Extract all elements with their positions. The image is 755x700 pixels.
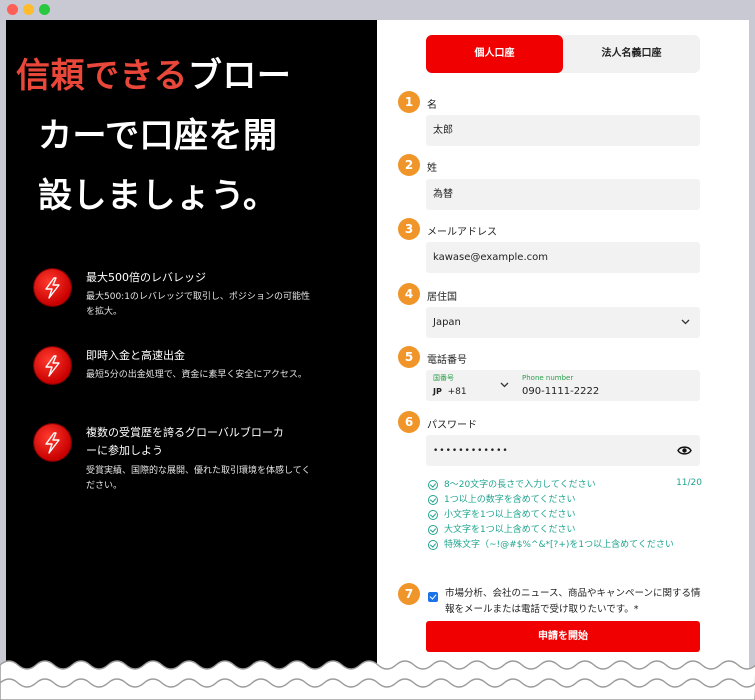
account-type-tabs: 個人口座 法人名義口座 — [426, 35, 700, 73]
headline-highlight: 信頼できる — [16, 56, 188, 96]
rule-text: 特殊文字（~!@#$%^&*[?+)を1つ以上含めてください — [444, 540, 674, 550]
phone-label: 電話番号 — [427, 355, 467, 366]
password-rules: 11/20 8〜20文字の長さで入力してください 1つ以上の数字を含めてください… — [428, 478, 702, 553]
signup-form-panel: 個人口座 法人名義口座 1 名 太郎 2 姓 為替 3 メールアドレス kawa… — [377, 20, 749, 700]
rule-text: 8〜20文字の長さで入力してください — [444, 480, 596, 490]
window-frame-right — [749, 20, 755, 700]
submit-button[interactable]: 申請を開始 — [426, 621, 700, 652]
password-rule: 小文字を1つ以上含めてください — [428, 508, 702, 523]
country-select[interactable]: Japan — [426, 307, 700, 338]
country-code: JP — [433, 387, 442, 396]
window-titlebar — [0, 0, 755, 20]
chevron-down-icon — [500, 382, 509, 388]
password-rule: 特殊文字（~!@#$%^&*[?+)を1つ以上含めてください — [428, 538, 702, 553]
maximize-window-icon[interactable] — [39, 4, 50, 15]
feature-desc: 最大500:1のレバレッジで取引し、ポジションの可能性を拡大。 — [86, 292, 310, 317]
country-label: 居住国 — [427, 292, 457, 303]
dial-code: +81 — [447, 387, 467, 397]
hero-headline: 信頼できるブロー カーで口座を開 設しましょう。 — [16, 46, 336, 226]
feature-title: 複数の受賞歴を誇るグローバルブローカーに参加しよう — [86, 426, 284, 457]
check-circle-icon — [428, 540, 438, 550]
lightning-icon — [34, 347, 71, 384]
lightning-icon — [34, 424, 71, 461]
close-window-icon[interactable] — [7, 4, 18, 15]
password-value: •••••••••••• — [433, 446, 509, 456]
eye-icon[interactable] — [677, 445, 692, 456]
step-badge: 4 — [398, 283, 420, 305]
phone-number-input[interactable]: 090-1111-2222 — [522, 385, 599, 398]
feature-title: 最大500倍のレバレッジ — [86, 271, 206, 284]
password-rule: 1つ以上の数字を含めてください — [428, 493, 702, 508]
headline-line3: 設しましょう。 — [38, 176, 278, 216]
step-badge: 7 — [398, 583, 420, 605]
email-input[interactable]: kawase@example.com — [426, 242, 700, 273]
tab-corporate-account[interactable]: 法人名義口座 — [563, 35, 700, 73]
step-badge: 6 — [398, 411, 420, 433]
step-badge: 1 — [398, 91, 420, 113]
feature-title: 即時入金と高速出金 — [86, 349, 185, 362]
consent-checkbox[interactable] — [428, 592, 438, 602]
step-badge: 3 — [398, 218, 420, 240]
last-name-label: 姓 — [427, 163, 437, 174]
phone-number-label: Phone number — [522, 374, 574, 382]
first-name-input[interactable]: 太郎 — [426, 115, 700, 146]
country-value: Japan — [433, 317, 461, 328]
chevron-down-icon — [681, 319, 690, 325]
country-code-select[interactable]: JP +81 — [433, 386, 467, 398]
check-circle-icon — [428, 525, 438, 535]
check-circle-icon — [428, 480, 438, 490]
feature-desc: 最短5分の出金処理で、資金に素早く安全にアクセス。 — [86, 370, 307, 380]
phone-field: 国番号 JP +81 Phone number 090-1111-2222 — [426, 370, 700, 401]
headline-line1: ブロー — [187, 56, 292, 96]
tab-personal-account[interactable]: 個人口座 — [426, 35, 563, 73]
rule-text: 大文字を1つ以上含めてください — [444, 525, 576, 535]
first-name-label: 名 — [427, 100, 437, 111]
step-badge: 5 — [398, 346, 420, 368]
headline-line2: カーで口座を開 — [38, 116, 278, 156]
promo-panel: 信頼できるブロー カーで口座を開 設しましょう。 最大500倍のレバレッジ 最大… — [6, 20, 377, 700]
rule-text: 1つ以上の数字を含めてください — [444, 495, 576, 505]
country-code-label: 国番号 — [433, 374, 454, 382]
step-badge: 2 — [398, 154, 420, 176]
check-circle-icon — [428, 510, 438, 520]
rule-text: 小文字を1つ以上含めてください — [444, 510, 576, 520]
last-name-input[interactable]: 為替 — [426, 179, 700, 210]
password-input[interactable]: •••••••••••• — [426, 435, 700, 466]
password-rule: 大文字を1つ以上含めてください — [428, 523, 702, 538]
minimize-window-icon[interactable] — [23, 4, 34, 15]
password-label: パスワード — [427, 420, 477, 431]
consent-text: 市場分析、会社のニュース、商品やキャンペーンに関する情報をメールまたは電話で受け… — [445, 588, 701, 615]
feature-desc: 受賞実績、国際的な展開、優れた取引環境を体感してください。 — [86, 466, 311, 491]
check-circle-icon — [428, 495, 438, 505]
email-label: メールアドレス — [427, 227, 497, 238]
torn-edge-decoration — [0, 660, 755, 700]
password-rule: 8〜20文字の長さで入力してください — [428, 478, 702, 493]
lightning-icon — [34, 269, 71, 306]
